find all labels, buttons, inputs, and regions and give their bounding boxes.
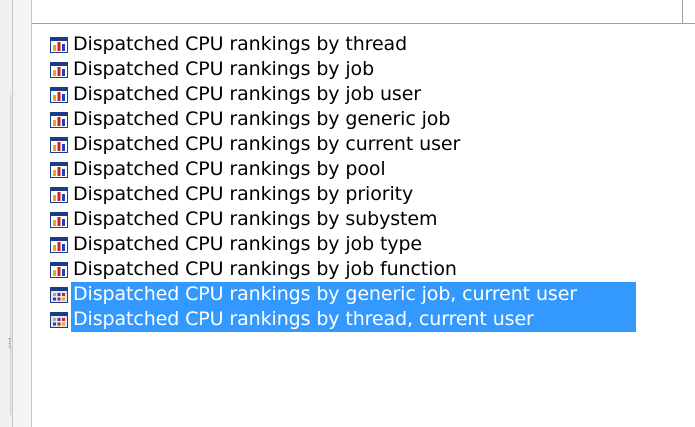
list-item[interactable]: Dispatched CPU rankings by generic job, …: [49, 282, 695, 307]
list-item[interactable]: Dispatched CPU rankings by current user: [49, 132, 695, 157]
list-item-label: Dispatched CPU rankings by priority: [73, 183, 414, 205]
bar-chart-icon: [49, 161, 69, 179]
bar-chart-icon: [49, 61, 69, 79]
list-item-label: Dispatched CPU rankings by generic job: [73, 108, 451, 130]
list-item[interactable]: Dispatched CPU rankings by pool: [49, 157, 695, 182]
list-item-label: Dispatched CPU rankings by job: [73, 58, 375, 80]
list-item[interactable]: Dispatched CPU rankings by thread: [49, 32, 695, 57]
list-header: [32, 0, 695, 24]
grid-chart-icon: [49, 286, 69, 304]
report-list-window: Dispatched CPU rankings by thread Dispat…: [0, 0, 695, 427]
list-item-label: Dispatched CPU rankings by generic job, …: [71, 282, 636, 307]
list-item-label: Dispatched CPU rankings by thread: [73, 33, 408, 55]
bar-chart-icon: [49, 261, 69, 279]
grid-chart-icon: [49, 311, 69, 329]
list-item[interactable]: Dispatched CPU rankings by thread, curre…: [49, 307, 695, 332]
bar-chart-icon: [49, 211, 69, 229]
list-item-label: Dispatched CPU rankings by pool: [73, 158, 386, 180]
report-list: Dispatched CPU rankings by thread Dispat…: [49, 32, 695, 332]
list-item-label: Dispatched CPU rankings by subystem: [73, 208, 438, 230]
bar-chart-icon: [49, 36, 69, 54]
bar-chart-icon: [49, 86, 69, 104]
list-item[interactable]: Dispatched CPU rankings by job: [49, 57, 695, 82]
list-item[interactable]: Dispatched CPU rankings by subystem: [49, 207, 695, 232]
list-item-label: Dispatched CPU rankings by job type: [73, 233, 423, 255]
list-item[interactable]: Dispatched CPU rankings by job type: [49, 232, 695, 257]
list-item-label: Dispatched CPU rankings by job function: [73, 258, 457, 280]
list-item-label: Dispatched CPU rankings by job user: [73, 83, 422, 105]
bar-chart-icon: [49, 236, 69, 254]
bar-chart-icon: [49, 186, 69, 204]
bar-chart-icon: [49, 111, 69, 129]
list-item-label: Dispatched CPU rankings by current user: [73, 133, 461, 155]
bar-chart-icon: [49, 136, 69, 154]
column-divider[interactable]: [682, 0, 683, 24]
list-item[interactable]: Dispatched CPU rankings by generic job: [49, 107, 695, 132]
list-item[interactable]: Dispatched CPU rankings by job user: [49, 82, 695, 107]
list-item[interactable]: Dispatched CPU rankings by job function: [49, 257, 695, 282]
list-item-label: Dispatched CPU rankings by thread, curre…: [71, 307, 636, 332]
left-splitter[interactable]: [12, 0, 32, 427]
list-item[interactable]: Dispatched CPU rankings by priority: [49, 182, 695, 207]
